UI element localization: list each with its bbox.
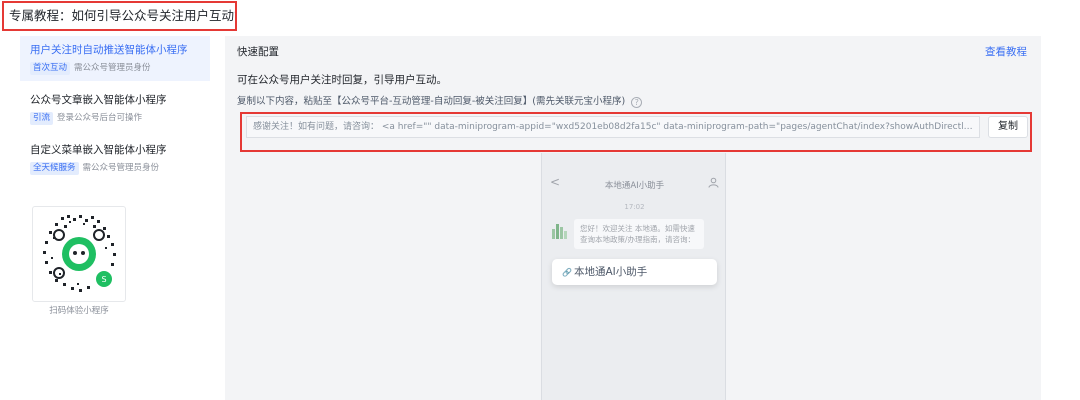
- sidebar-item-tag: 首次互动: [30, 62, 71, 75]
- phone-nav-bar: < 本地通AI小助手: [542, 175, 727, 195]
- sidebar-item-title: 公众号文章嵌入智能体小程序: [30, 94, 167, 106]
- sidebar-item-note: 需公众号管理员身份: [82, 163, 160, 173]
- copy-button[interactable]: 复制: [988, 116, 1028, 138]
- sidebar-item-tag: 全天候服务: [30, 162, 79, 175]
- phone-preview: < 本地通AI小助手 17:02 您好！欢迎关注 本地通。如需快速查询本地政策/…: [541, 153, 726, 400]
- sidebar-item-article-embed[interactable]: 公众号文章嵌入智能体小程序 引流 登录公众号后台可操作: [20, 86, 210, 131]
- instruction-text: 复制以下内容，粘贴至【公众号平台-互动管理-自动回复-被关注回复】(需先关联元宝…: [237, 93, 643, 108]
- mini-program-qr-code: S: [32, 206, 126, 302]
- instruction-label: 复制以下内容，粘贴至【公众号平台-互动管理-自动回复-被关注回复】(需先关联元宝…: [237, 96, 626, 107]
- user-icon: [708, 177, 719, 188]
- message-time: 17:02: [624, 203, 645, 211]
- sidebar: 用户关注时自动推送智能体小程序 首次互动 需公众号管理员身份 公众号文章嵌入智能体…: [20, 36, 210, 400]
- view-tutorial-link[interactable]: 查看教程: [985, 44, 1027, 59]
- sidebar-item-auto-push[interactable]: 用户关注时自动推送智能体小程序 首次互动 需公众号管理员身份: [20, 36, 210, 81]
- sidebar-item-title: 用户关注时自动推送智能体小程序: [30, 44, 188, 56]
- qr-caption: 扫码体验小程序: [49, 306, 109, 316]
- reply-code-field[interactable]: 感谢关注！如有问题，请咨询： <a href="" data-miniprogr…: [246, 116, 980, 138]
- help-icon[interactable]: ?: [631, 97, 643, 108]
- sidebar-item-meta: 引流 登录公众号后台可操作: [30, 112, 200, 125]
- sidebar-item-menu-embed[interactable]: 自定义菜单嵌入智能体小程序 全天候服务 需公众号管理员身份: [20, 136, 210, 181]
- phone-title: 本地通AI小助手: [604, 181, 665, 191]
- sidebar-item-note: 需公众号管理员身份: [74, 63, 151, 73]
- mini-card-label: 本地通AI小助手: [573, 266, 648, 278]
- section-header: 快速配置: [237, 46, 279, 58]
- bot-avatar-icon: [552, 224, 567, 239]
- page-title: 专属教程：如何引导公众号关注用户互动?: [2, 1, 237, 31]
- qr-code-icon: S: [43, 215, 116, 292]
- sidebar-item-title: 自定义菜单嵌入智能体小程序: [30, 144, 167, 156]
- svg-text:S: S: [101, 275, 106, 284]
- sidebar-item-meta: 首次互动 需公众号管理员身份: [30, 62, 200, 75]
- sidebar-item-note: 登录公众号后台可操作: [57, 113, 143, 123]
- link-icon: 🔗: [562, 268, 572, 277]
- sidebar-item-meta: 全天候服务 需公众号管理员身份: [30, 162, 200, 175]
- mini-program-link-card: 🔗 本地通AI小助手: [552, 259, 717, 285]
- sidebar-item-tag: 引流: [30, 112, 54, 125]
- description-text: 可在公众号用户关注时回复，引导用户互动。: [237, 74, 447, 86]
- welcome-bubble: 您好！欢迎关注 本地通。如需快速查询本地政策/办理指南，请咨询：: [574, 219, 704, 249]
- copy-row-highlight: 感谢关注！如有问题，请咨询： <a href="" data-miniprogr…: [240, 112, 1032, 152]
